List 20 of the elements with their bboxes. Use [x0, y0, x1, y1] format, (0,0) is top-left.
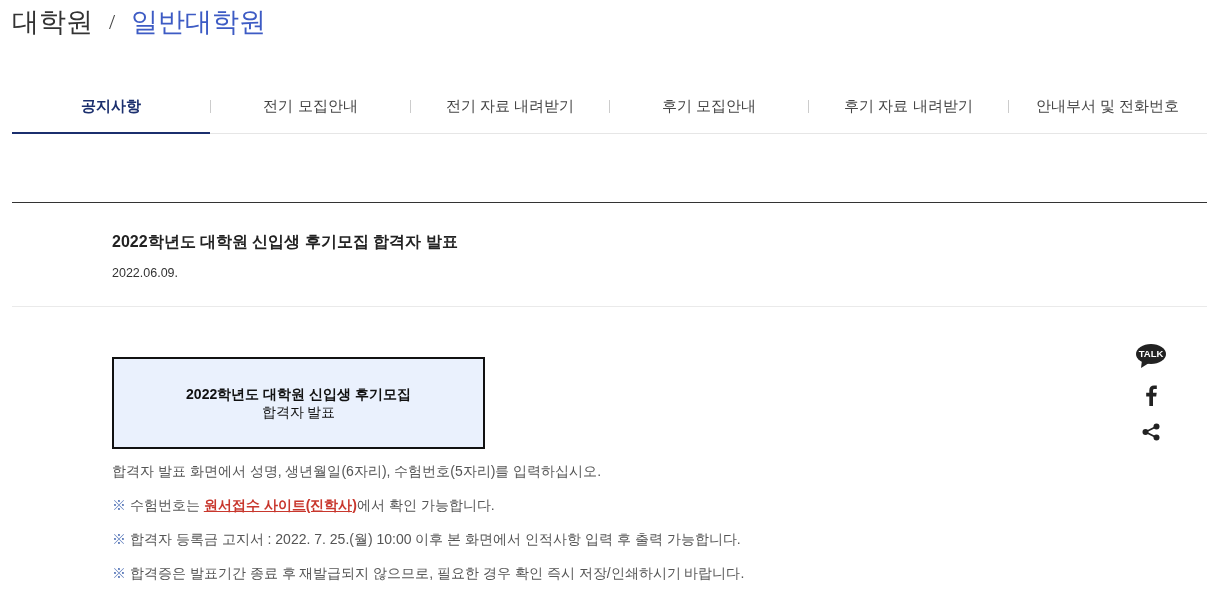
breadcrumb-parent[interactable]: 대학원 [12, 4, 93, 40]
site-link[interactable]: 원서접수 사이트(진학사) [203, 497, 357, 513]
post-title: 2022학년도 대학원 신입생 후기모집 합격자 발표 [112, 232, 458, 252]
f-logo-icon [1145, 385, 1157, 406]
nav-tab[interactable]: 공지사항 [12, 80, 211, 134]
notice-text: ※ 합격자 등록금 고지서 : 2022. 7. 25.(월) 10:00 이후 본 화면에서 인적사항 입력 후 출력 가능합니다. [112, 530, 741, 549]
nav-tab[interactable]: 전기 자료 내려받기 [410, 80, 609, 134]
nav-tab[interactable]: 안내부서 및 전화번호 [1008, 80, 1207, 134]
nav-tab[interactable]: 후기 모집안내 [610, 80, 809, 134]
notice-text: ※ 수험번호는 원서접수 사이트(진학사)에서 확인 가능합니다. [112, 496, 495, 515]
nav-tab[interactable]: 전기 모집안내 [211, 80, 410, 134]
share-icon [1142, 423, 1160, 441]
banner-title: 2022학년도 대학원 신입생 후기모집 [186, 385, 411, 403]
nav-tab[interactable]: 후기 자료 내려받기 [809, 80, 1008, 134]
breadcrumb-separator: / [109, 9, 116, 35]
banner-subtitle: 합격자 발표 [261, 403, 336, 421]
post-date: 2022.06.09. [112, 265, 179, 282]
notice-text: ※ 합격증은 발표기간 종료 후 재발급되지 않으므로, 필요한 경우 확인 즉시 저장/인쇄하시기 바랍니다. [112, 564, 745, 583]
notice-text: 합격자 발표 화면에서 성명, 생년월일(6자리), 수험번호(5자리)를 입력하십시오. [112, 462, 602, 481]
page-title: 일반대학원 [131, 6, 267, 39]
